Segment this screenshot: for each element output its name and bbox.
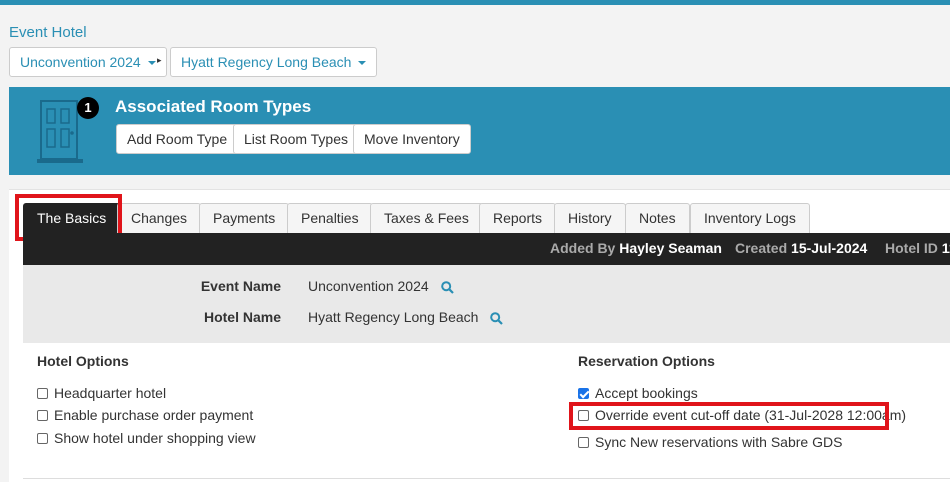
- tab-penalties[interactable]: Penalties: [287, 203, 373, 234]
- hotel-dropdown-label: Hyatt Regency Long Beach: [181, 54, 352, 70]
- created: Created 15-Jul-2024: [735, 240, 867, 256]
- event-name-label: Event Name: [200, 278, 281, 294]
- caret-down-icon: [358, 61, 367, 66]
- event-dropdown-label: Unconvention 2024: [20, 54, 141, 70]
- count-badge: 1: [77, 97, 99, 119]
- option-label: Show hotel under shopping view: [54, 430, 256, 446]
- hotel-id-label: Hotel ID: [885, 240, 938, 256]
- event-name-field: Unconvention 2024: [308, 278, 454, 294]
- tab-payments[interactable]: Payments: [199, 203, 290, 234]
- tab-changes[interactable]: Changes: [117, 203, 202, 234]
- tab-history[interactable]: History: [554, 203, 626, 234]
- tab-taxes-fees[interactable]: Taxes & Fees: [370, 203, 483, 234]
- headquarter-hotel-checkbox[interactable]: [37, 388, 48, 399]
- hotel-id: Hotel ID 11: [885, 240, 950, 256]
- tab-inventory-logs[interactable]: Inventory Logs: [690, 203, 810, 234]
- meta-bar: Added By Hayley Seaman Created 15-Jul-20…: [23, 233, 950, 265]
- option-label: Enable purchase order payment: [54, 407, 254, 423]
- move-inventory-button[interactable]: Move Inventory: [353, 124, 471, 154]
- hotel-name-field: Hyatt Regency Long Beach: [308, 309, 504, 325]
- reservation-options-title: Reservation Options: [578, 353, 715, 369]
- shopping-view-checkbox[interactable]: [37, 433, 48, 444]
- sabre-sync-checkbox[interactable]: [578, 437, 589, 448]
- search-icon[interactable]: [490, 311, 504, 325]
- created-value: 15-Jul-2024: [791, 240, 868, 256]
- sabre-sync-option[interactable]: Sync New reservations with Sabre GDS: [578, 434, 842, 450]
- add-room-type-button[interactable]: Add Room Type: [116, 124, 239, 154]
- added-by: Added By Hayley Seaman: [550, 240, 722, 256]
- shopping-view-option[interactable]: Show hotel under shopping view: [37, 430, 256, 446]
- banner-title: Associated Room Types: [115, 97, 312, 116]
- accept-bookings-checkbox[interactable]: [578, 388, 589, 399]
- hotel-name-value: Hyatt Regency Long Beach: [308, 309, 479, 325]
- highlight-box-override: [569, 402, 889, 430]
- option-label: Headquarter hotel: [54, 385, 167, 401]
- added-by-value: Hayley Seaman: [619, 240, 722, 256]
- hotel-id-value: 11: [941, 240, 950, 256]
- purchase-order-checkbox[interactable]: [37, 410, 48, 421]
- hotel-options-title: Hotel Options: [37, 353, 129, 369]
- tab-notes[interactable]: Notes: [625, 203, 690, 234]
- added-by-label: Added By: [550, 240, 616, 256]
- hotel-name-label: Hotel Name: [203, 309, 281, 325]
- room-types-banner: 1 Associated Room Types Add Room Type Li…: [9, 87, 950, 175]
- caret-down-icon: [147, 61, 156, 66]
- breadcrumb-separator: ▸: [157, 55, 162, 65]
- headquarter-hotel-option[interactable]: Headquarter hotel: [37, 385, 166, 401]
- page-title[interactable]: Event Hotel: [9, 24, 87, 41]
- top-accent-bar: [0, 0, 950, 5]
- event-name-value: Unconvention 2024: [308, 278, 429, 294]
- created-label: Created: [735, 240, 788, 256]
- list-room-types-button[interactable]: List Room Types: [233, 124, 360, 154]
- option-label: Sync New reservations with Sabre GDS: [595, 434, 843, 450]
- purchase-order-option[interactable]: Enable purchase order payment: [37, 407, 253, 423]
- event-dropdown[interactable]: Unconvention 2024: [9, 47, 167, 77]
- divider: [23, 478, 950, 479]
- option-label: Accept bookings: [595, 385, 698, 401]
- event-hotel-info: Event Name Unconvention 2024 Hotel Name …: [23, 265, 950, 343]
- search-icon[interactable]: [440, 280, 454, 294]
- accept-bookings-option[interactable]: Accept bookings: [578, 385, 698, 401]
- hotel-dropdown[interactable]: Hyatt Regency Long Beach: [170, 47, 378, 77]
- tab-reports[interactable]: Reports: [479, 203, 557, 234]
